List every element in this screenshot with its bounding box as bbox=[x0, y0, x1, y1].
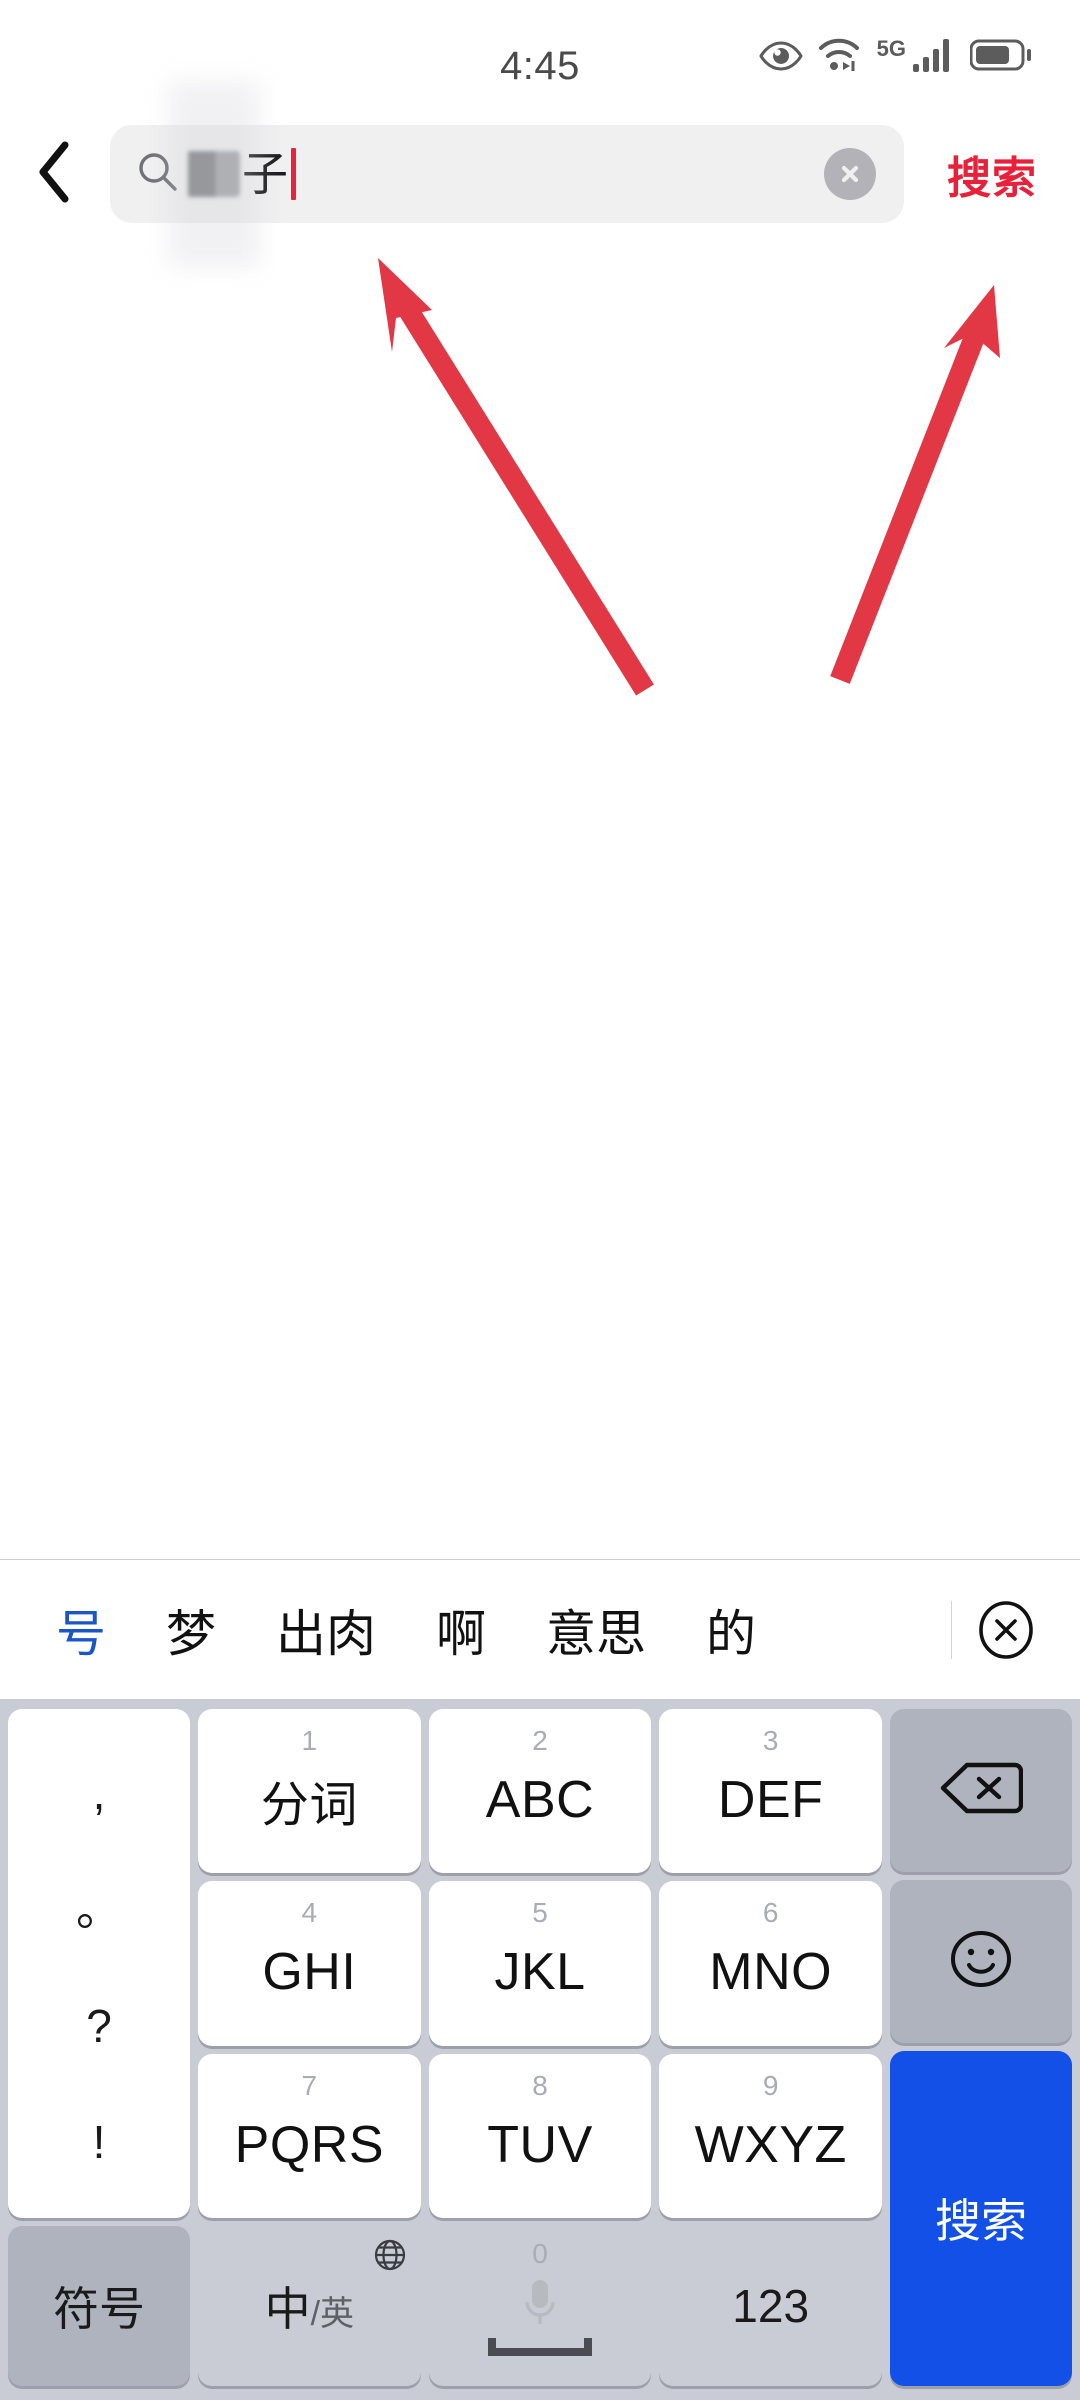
key-label: GHI bbox=[262, 1943, 357, 2002]
emoji-smiley-icon bbox=[948, 1926, 1014, 1997]
signal-bars-icon bbox=[912, 36, 956, 77]
punct-comma[interactable]: , bbox=[93, 1770, 106, 1816]
key-digit: 2 bbox=[532, 1725, 548, 1756]
backspace-key[interactable] bbox=[890, 1709, 1072, 1872]
text-cursor bbox=[291, 148, 296, 200]
globe-icon bbox=[373, 2238, 407, 2277]
back-chevron-icon bbox=[35, 140, 75, 209]
magnifier-icon bbox=[136, 150, 180, 199]
space-key-inner bbox=[488, 2274, 592, 2360]
back-button[interactable] bbox=[0, 120, 110, 228]
status-bar: 4:45 5G bbox=[0, 0, 1080, 112]
key-digit: 6 bbox=[762, 1897, 779, 1929]
key-7[interactable]: 7 PQRS bbox=[198, 2053, 421, 2218]
network-type-label: 5G bbox=[876, 35, 906, 61]
clear-search-button[interactable] bbox=[824, 148, 876, 200]
key-label: DEF bbox=[717, 1771, 824, 1830]
key-row-3: 7 PQRS 8 TUV 9 WXYZ bbox=[198, 2053, 883, 2218]
keyboard: 号 梦 出肉 啊 意思 的 , 。 ? ! 符号 1 分词 2 ABC 3 DE… bbox=[0, 1559, 1080, 2400]
key-3[interactable]: 3 DEF bbox=[659, 1709, 883, 1874]
close-keyboard-button[interactable] bbox=[958, 1599, 1054, 1661]
candidate-item[interactable]: 啊 bbox=[406, 1594, 516, 1666]
candidate-item[interactable]: 梦 bbox=[136, 1594, 246, 1666]
key-digit: 9 bbox=[762, 2069, 779, 2101]
punct-period[interactable]: 。 bbox=[76, 1886, 122, 1932]
search-input[interactable]: 子 bbox=[110, 81, 904, 267]
key-digit: 7 bbox=[301, 2069, 318, 2101]
key-8[interactable]: 8 TUV bbox=[428, 2053, 652, 2218]
search-header: 子 搜索 bbox=[0, 81, 1080, 267]
punctuation-key[interactable]: , 。 ? ! bbox=[8, 1709, 190, 2218]
key-1[interactable]: 1 分词 bbox=[198, 1709, 421, 1874]
key-digit: 0 bbox=[532, 2237, 548, 2269]
emoji-key[interactable] bbox=[890, 1879, 1072, 2043]
key-2[interactable]: 2 ABC bbox=[428, 1709, 652, 1874]
key-grid: , 。 ? ! 符号 1 分词 2 ABC 3 DEF 4 GHI 5 JKL … bbox=[0, 1699, 1080, 2400]
punct-exclamation[interactable]: ! bbox=[93, 2119, 106, 2165]
candidate-item[interactable]: 出肉 bbox=[246, 1594, 406, 1666]
numeric-columns: 1 分词 2 ABC 3 DEF 4 GHI 5 JKL 6 MNO 7 PQR… bbox=[198, 1709, 883, 2386]
key-label: 分词 bbox=[260, 1779, 358, 1833]
key-label: WXYZ bbox=[694, 2115, 847, 2174]
key-digit: 5 bbox=[532, 1897, 548, 1929]
key-digit: 1 bbox=[301, 1725, 318, 1756]
search-action-button[interactable]: 搜索 bbox=[904, 142, 1080, 206]
circled-x-icon bbox=[979, 1600, 1033, 1659]
redacted-query-character bbox=[186, 151, 240, 197]
key-row-1: 1 分词 2 ABC 3 DEF bbox=[198, 1709, 883, 1874]
key-digit: 3 bbox=[762, 1725, 779, 1756]
language-switch-key[interactable]: 中/英 bbox=[198, 2226, 421, 2386]
divider bbox=[951, 1600, 952, 1659]
key-row-2: 4 GHI 5 JKL 6 MNO bbox=[198, 1881, 883, 2046]
language-switch-label: 中/英 bbox=[265, 2273, 354, 2339]
punctuation-column: , 。 ? ! 符号 bbox=[8, 1709, 190, 2386]
lang-sub: /英 bbox=[310, 2294, 355, 2333]
symbols-key-label: 符号 bbox=[53, 2283, 145, 2335]
enter-search-key[interactable]: 搜索 bbox=[890, 2050, 1072, 2387]
candidate-bar: 号 梦 出肉 啊 意思 的 bbox=[0, 1559, 1080, 1699]
key-digit: 4 bbox=[301, 1897, 318, 1929]
microphone-icon bbox=[525, 2279, 555, 2324]
enter-search-label: 搜索 bbox=[935, 2195, 1027, 2248]
symbols-key[interactable]: 符号 bbox=[8, 2226, 190, 2386]
candidate-item[interactable]: 的 bbox=[676, 1594, 786, 1666]
candidate-item[interactable]: 号 bbox=[26, 1594, 136, 1666]
spacebar-icon bbox=[488, 2337, 592, 2356]
key-row-4: 中/英 0 123 bbox=[198, 2226, 882, 2386]
key-5[interactable]: 5 JKL bbox=[428, 1881, 652, 2046]
eye-care-icon bbox=[758, 40, 803, 77]
lang-main: 中 bbox=[264, 2282, 311, 2335]
arrow-to-search-button bbox=[830, 285, 1000, 684]
function-column: 搜索 bbox=[890, 1709, 1072, 2387]
key-4[interactable]: 4 GHI bbox=[198, 1881, 421, 2046]
space-key[interactable]: 0 bbox=[429, 2226, 652, 2386]
key-label: TUV bbox=[487, 2115, 593, 2174]
search-query-text: 子 bbox=[242, 148, 288, 200]
punct-question[interactable]: ? bbox=[86, 2003, 112, 2049]
key-digit: 8 bbox=[532, 2069, 548, 2101]
wifi-icon bbox=[817, 36, 863, 77]
numeric-keypad-key[interactable]: 123 bbox=[659, 2226, 882, 2386]
key-6[interactable]: 6 MNO bbox=[659, 1881, 883, 2046]
close-icon bbox=[841, 165, 859, 183]
key-label: PQRS bbox=[234, 2115, 385, 2174]
key-label: ABC bbox=[485, 1771, 595, 1830]
candidate-item[interactable]: 意思 bbox=[516, 1594, 676, 1666]
battery-icon bbox=[969, 38, 1032, 77]
backspace-icon bbox=[939, 1759, 1024, 1822]
key-label: JKL bbox=[494, 1943, 586, 2002]
numeric-key-label: 123 bbox=[732, 2279, 810, 2332]
search-query-wrap: 子 bbox=[168, 81, 824, 267]
status-bar-right: 5G bbox=[758, 35, 1032, 77]
key-9[interactable]: 9 WXYZ bbox=[659, 2053, 883, 2218]
arrow-to-search-input bbox=[378, 258, 654, 696]
key-label: MNO bbox=[709, 1943, 833, 2002]
